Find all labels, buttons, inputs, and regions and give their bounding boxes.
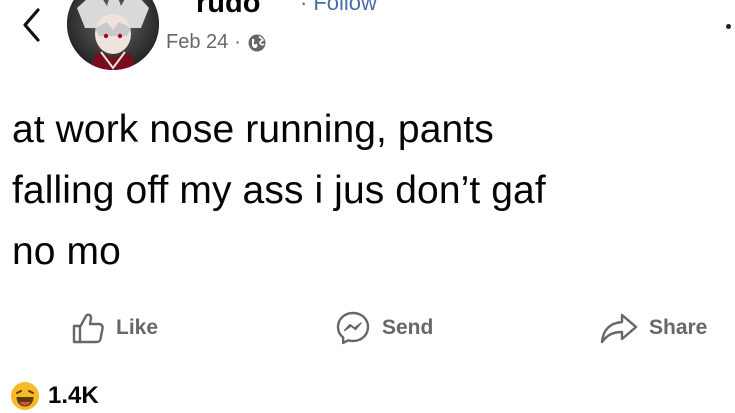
- like-label: Like: [116, 316, 159, 339]
- post-line: at work nose running, pants: [12, 108, 494, 151]
- more-options-icon[interactable]: [726, 24, 731, 29]
- globe-icon: [248, 34, 266, 51]
- follow-separator: ·: [300, 0, 308, 15]
- username[interactable]: rudo: [196, 0, 260, 20]
- back-button[interactable]: [16, 4, 46, 44]
- post-meta: Feb 24 ·: [166, 31, 267, 54]
- share-label: Share: [649, 316, 708, 339]
- send-label: Send: [382, 316, 434, 339]
- post-date[interactable]: Feb 24: [166, 31, 228, 54]
- post-text: at work nose running, pants falling off …: [12, 99, 727, 282]
- thumbs-up-icon: [72, 313, 104, 344]
- share-arrow-icon: [600, 313, 638, 344]
- post-line: falling off my ass i jus don’t gaf: [12, 169, 546, 212]
- share-button[interactable]: Share: [599, 306, 707, 350]
- laughing-emoji-icon: [11, 382, 39, 410]
- send-button[interactable]: Send: [334, 306, 433, 350]
- reaction-summary[interactable]: 1.4K: [10, 381, 99, 411]
- action-bar: Like Send Share: [0, 306, 735, 350]
- avatar[interactable]: [67, 0, 159, 70]
- reaction-count: 1.4K: [48, 382, 99, 409]
- chevron-left-icon: [23, 8, 40, 42]
- post-line: no mo: [12, 230, 121, 273]
- messenger-icon: [336, 311, 370, 345]
- like-button[interactable]: Like: [70, 306, 158, 350]
- follow-button[interactable]: Follow: [313, 0, 377, 15]
- follow-group: · Follow: [300, 0, 377, 16]
- meta-separator: ·: [234, 31, 241, 53]
- avatar-image: [67, 0, 159, 70]
